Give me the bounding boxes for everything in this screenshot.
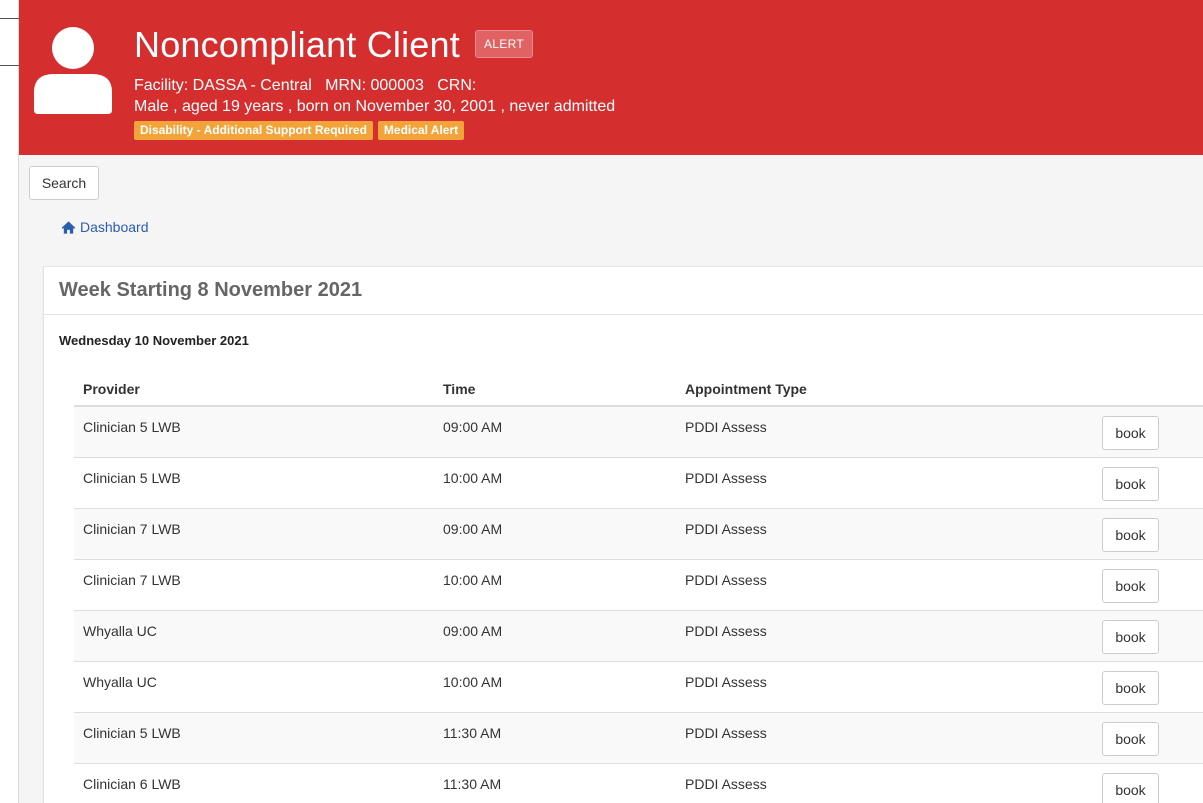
provider-cell: Clinician 5 LWB — [83, 725, 181, 741]
book-button[interactable]: book — [1102, 671, 1159, 705]
appointment-type-cell: PDDI Assess — [685, 674, 767, 690]
table-row: Clinician 5 LWB 11:30 AM PDDI Assess book — [74, 713, 1203, 764]
provider-cell: Clinician 5 LWB — [83, 419, 181, 435]
user-icon — [34, 27, 112, 114]
sidebar-divider — [0, 65, 19, 66]
search-button[interactable]: Search — [29, 166, 99, 200]
week-title: Week Starting 8 November 2021 — [59, 279, 363, 301]
tag-disability[interactable]: Disability - Additional Support Required — [134, 121, 373, 140]
home-icon — [61, 220, 76, 234]
table-row: Clinician 5 LWB 09:00 AM PDDI Assess book — [74, 407, 1203, 458]
breadcrumb-dashboard-link[interactable]: Dashboard — [80, 219, 149, 235]
provider-cell: Clinician 6 LWB — [83, 776, 181, 792]
time-cell: 09:00 AM — [443, 419, 503, 435]
alert-badge[interactable]: ALERT — [475, 30, 533, 58]
time-cell: 11:30 AM — [443, 725, 502, 741]
schedule-panel: Week Starting 8 November 2021 Wednesday … — [43, 266, 1203, 803]
table-row: Clinician 5 LWB 10:00 AM PDDI Assess book — [74, 458, 1203, 509]
client-tags: Disability - Additional Support Required… — [134, 121, 465, 140]
time-cell: 09:00 AM — [443, 521, 503, 537]
provider-cell: Whyalla UC — [83, 623, 157, 639]
column-header-provider: Provider — [83, 381, 140, 397]
book-button[interactable]: book — [1102, 620, 1159, 654]
column-header-appointment-type: Appointment Type — [685, 381, 807, 397]
appointment-type-cell: PDDI Assess — [685, 572, 767, 588]
book-button[interactable]: book — [1102, 722, 1159, 756]
table-row: Clinician 7 LWB 09:00 AM PDDI Assess book — [74, 509, 1203, 560]
provider-cell: Clinician 7 LWB — [83, 572, 181, 588]
book-button[interactable]: book — [1102, 518, 1159, 552]
breadcrumb[interactable]: Dashboard — [61, 219, 149, 235]
time-cell: 10:00 AM — [443, 572, 503, 588]
client-header: Noncompliant Client ALERT Facility: DASS… — [19, 0, 1203, 155]
time-cell: 10:00 AM — [443, 674, 503, 690]
client-name: Noncompliant Client — [134, 24, 460, 65]
appointment-type-cell: PDDI Assess — [685, 623, 767, 639]
sidebar-divider — [0, 18, 19, 19]
book-button[interactable]: book — [1102, 467, 1159, 501]
column-header-time: Time — [443, 381, 476, 397]
client-demographics: Male , aged 19 years , born on November … — [134, 98, 616, 115]
table-row: Clinician 7 LWB 10:00 AM PDDI Assess book — [74, 560, 1203, 611]
table-header: Provider Time Appointment Type — [74, 371, 1203, 407]
table-row: Whyalla UC 10:00 AM PDDI Assess book — [74, 662, 1203, 713]
appointment-type-cell: PDDI Assess — [685, 776, 767, 792]
left-sidebar-strip — [0, 0, 19, 803]
appointment-type-cell: PDDI Assess — [685, 419, 767, 435]
time-cell: 09:00 AM — [443, 623, 503, 639]
provider-cell: Whyalla UC — [83, 674, 157, 690]
client-facility-info: Facility: DASSA - Central MRN: 000003 CR… — [134, 77, 477, 94]
appointment-type-cell: PDDI Assess — [685, 470, 767, 486]
day-title: Wednesday 10 November 2021 — [59, 333, 249, 348]
book-button[interactable]: book — [1102, 773, 1159, 803]
appointment-type-cell: PDDI Assess — [685, 725, 767, 741]
table-row: Whyalla UC 09:00 AM PDDI Assess book — [74, 611, 1203, 662]
time-cell: 11:30 AM — [443, 776, 502, 792]
appointment-type-cell: PDDI Assess — [685, 521, 767, 537]
tag-medical-alert[interactable]: Medical Alert — [377, 121, 465, 140]
book-button[interactable]: book — [1102, 416, 1159, 450]
provider-cell: Clinician 5 LWB — [83, 470, 181, 486]
book-button[interactable]: book — [1102, 569, 1159, 603]
appointments-table: Provider Time Appointment Type Clinician… — [74, 371, 1203, 803]
provider-cell: Clinician 7 LWB — [83, 521, 181, 537]
table-row: Clinician 6 LWB 11:30 AM PDDI Assess book — [74, 764, 1203, 803]
panel-divider — [44, 314, 1203, 315]
time-cell: 10:00 AM — [443, 470, 503, 486]
